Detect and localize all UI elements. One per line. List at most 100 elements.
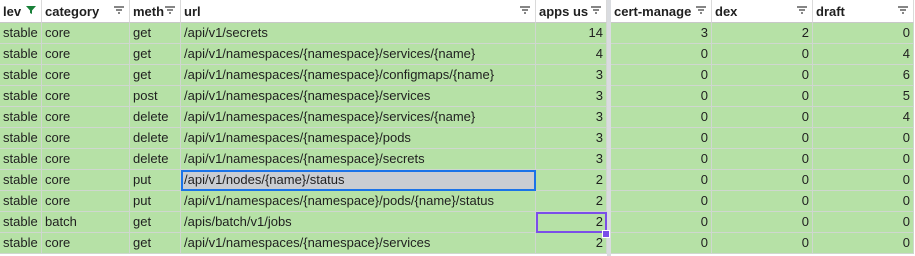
cell-category[interactable]: core: [42, 191, 130, 212]
cell-url[interactable]: /api/v1/namespaces/{namespace}/services/…: [181, 44, 536, 65]
cell-apps[interactable]: 2: [536, 170, 607, 191]
cell-url[interactable]: /api/v1/namespaces/{namespace}/secrets: [181, 149, 536, 170]
cell-level[interactable]: stable: [0, 128, 42, 149]
cell-apps[interactable]: 2: [536, 191, 607, 212]
cell-category[interactable]: core: [42, 107, 130, 128]
cell-cert[interactable]: 0: [611, 191, 712, 212]
cell-draft[interactable]: 0: [813, 212, 914, 233]
cell-cert[interactable]: 0: [611, 233, 712, 254]
cell-level[interactable]: stable: [0, 107, 42, 128]
cell-level[interactable]: stable: [0, 170, 42, 191]
cell-draft[interactable]: 0: [813, 233, 914, 254]
cell-category[interactable]: batch: [42, 212, 130, 233]
cell-dex[interactable]: 0: [712, 86, 813, 107]
cell-draft[interactable]: 0: [813, 23, 914, 44]
cell-draft[interactable]: 0: [813, 128, 914, 149]
cell-dex[interactable]: 2: [712, 23, 813, 44]
cell-cert[interactable]: 0: [611, 170, 712, 191]
column-header-method[interactable]: meth: [130, 0, 181, 23]
cell-apps[interactable]: 3: [536, 65, 607, 86]
cell-category[interactable]: core: [42, 170, 130, 191]
cell-method[interactable]: delete: [130, 149, 181, 170]
cell-level[interactable]: stable: [0, 86, 42, 107]
cell-method[interactable]: get: [130, 65, 181, 86]
cell-level[interactable]: stable: [0, 149, 42, 170]
cell-url[interactable]: /api/v1/secrets: [181, 23, 536, 44]
cell-draft[interactable]: 0: [813, 170, 914, 191]
cell-cert[interactable]: 0: [611, 212, 712, 233]
cell-category[interactable]: core: [42, 233, 130, 254]
cell-dex[interactable]: 0: [712, 170, 813, 191]
cell-url[interactable]: /api/v1/namespaces/{namespace}/services/…: [181, 107, 536, 128]
cell-dex[interactable]: 0: [712, 128, 813, 149]
cell-cert[interactable]: 0: [611, 149, 712, 170]
cell-level[interactable]: stable: [0, 212, 42, 233]
cell-method[interactable]: put: [130, 191, 181, 212]
cell-level[interactable]: stable: [0, 23, 42, 44]
cell-url[interactable]: /api/v1/nodes/{name}/status: [181, 170, 536, 191]
cell-apps[interactable]: 2: [536, 233, 607, 254]
cell-draft[interactable]: 6: [813, 65, 914, 86]
cell-category[interactable]: core: [42, 86, 130, 107]
cell-apps[interactable]: 4: [536, 44, 607, 65]
cell-dex[interactable]: 0: [712, 44, 813, 65]
cell-method[interactable]: get: [130, 212, 181, 233]
cell-dex[interactable]: 0: [712, 107, 813, 128]
cell-category[interactable]: core: [42, 149, 130, 170]
cell-category[interactable]: core: [42, 128, 130, 149]
cell-draft[interactable]: 0: [813, 149, 914, 170]
cell-dex[interactable]: 0: [712, 149, 813, 170]
cell-category[interactable]: core: [42, 44, 130, 65]
cell-cert[interactable]: 0: [611, 44, 712, 65]
cell-draft[interactable]: 5: [813, 86, 914, 107]
filter-icon[interactable]: [695, 5, 707, 15]
cell-draft[interactable]: 4: [813, 44, 914, 65]
filter-icon[interactable]: [113, 5, 125, 15]
cell-category[interactable]: core: [42, 65, 130, 86]
cell-method[interactable]: get: [130, 44, 181, 65]
cell-draft[interactable]: 4: [813, 107, 914, 128]
cell-method[interactable]: get: [130, 233, 181, 254]
filter-active-icon[interactable]: [25, 5, 37, 15]
cell-url[interactable]: /api/v1/namespaces/{namespace}/pods/{nam…: [181, 191, 536, 212]
cell-cert[interactable]: 0: [611, 107, 712, 128]
cell-dex[interactable]: 0: [712, 191, 813, 212]
column-header-dex[interactable]: dex: [712, 0, 813, 23]
cell-level[interactable]: stable: [0, 191, 42, 212]
filter-icon[interactable]: [590, 5, 602, 15]
column-header-cert[interactable]: cert-manage: [611, 0, 712, 23]
column-header-level[interactable]: lev: [0, 0, 42, 23]
cell-method[interactable]: get: [130, 23, 181, 44]
cell-cert[interactable]: 0: [611, 86, 712, 107]
cell-apps[interactable]: 14: [536, 23, 607, 44]
filter-icon[interactable]: [897, 5, 909, 15]
filter-icon[interactable]: [164, 5, 176, 15]
filter-icon[interactable]: [519, 5, 531, 15]
column-header-category[interactable]: category: [42, 0, 130, 23]
column-header-apps[interactable]: apps us: [536, 0, 607, 23]
cell-apps[interactable]: 3: [536, 149, 607, 170]
cell-level[interactable]: stable: [0, 44, 42, 65]
cell-dex[interactable]: 0: [712, 212, 813, 233]
filter-icon[interactable]: [796, 5, 808, 15]
cell-method[interactable]: put: [130, 170, 181, 191]
cell-apps[interactable]: 3: [536, 107, 607, 128]
column-header-url[interactable]: url: [181, 0, 536, 23]
cell-dex[interactable]: 0: [712, 65, 813, 86]
cell-level[interactable]: stable: [0, 65, 42, 86]
cell-apps[interactable]: 3: [536, 128, 607, 149]
cell-url[interactable]: /apis/batch/v1/jobs: [181, 212, 536, 233]
cell-apps[interactable]: 2: [536, 212, 607, 233]
frozen-column-divider[interactable]: [607, 0, 611, 256]
cell-level[interactable]: stable: [0, 233, 42, 254]
cell-url[interactable]: /api/v1/namespaces/{namespace}/pods: [181, 128, 536, 149]
cell-method[interactable]: delete: [130, 128, 181, 149]
cell-cert[interactable]: 0: [611, 128, 712, 149]
cell-draft[interactable]: 0: [813, 191, 914, 212]
cell-url[interactable]: /api/v1/namespaces/{namespace}/services: [181, 233, 536, 254]
cell-category[interactable]: core: [42, 23, 130, 44]
cell-method[interactable]: delete: [130, 107, 181, 128]
cell-url[interactable]: /api/v1/namespaces/{namespace}/services: [181, 86, 536, 107]
cell-url[interactable]: /api/v1/namespaces/{namespace}/configmap…: [181, 65, 536, 86]
fill-handle[interactable]: [602, 230, 610, 238]
